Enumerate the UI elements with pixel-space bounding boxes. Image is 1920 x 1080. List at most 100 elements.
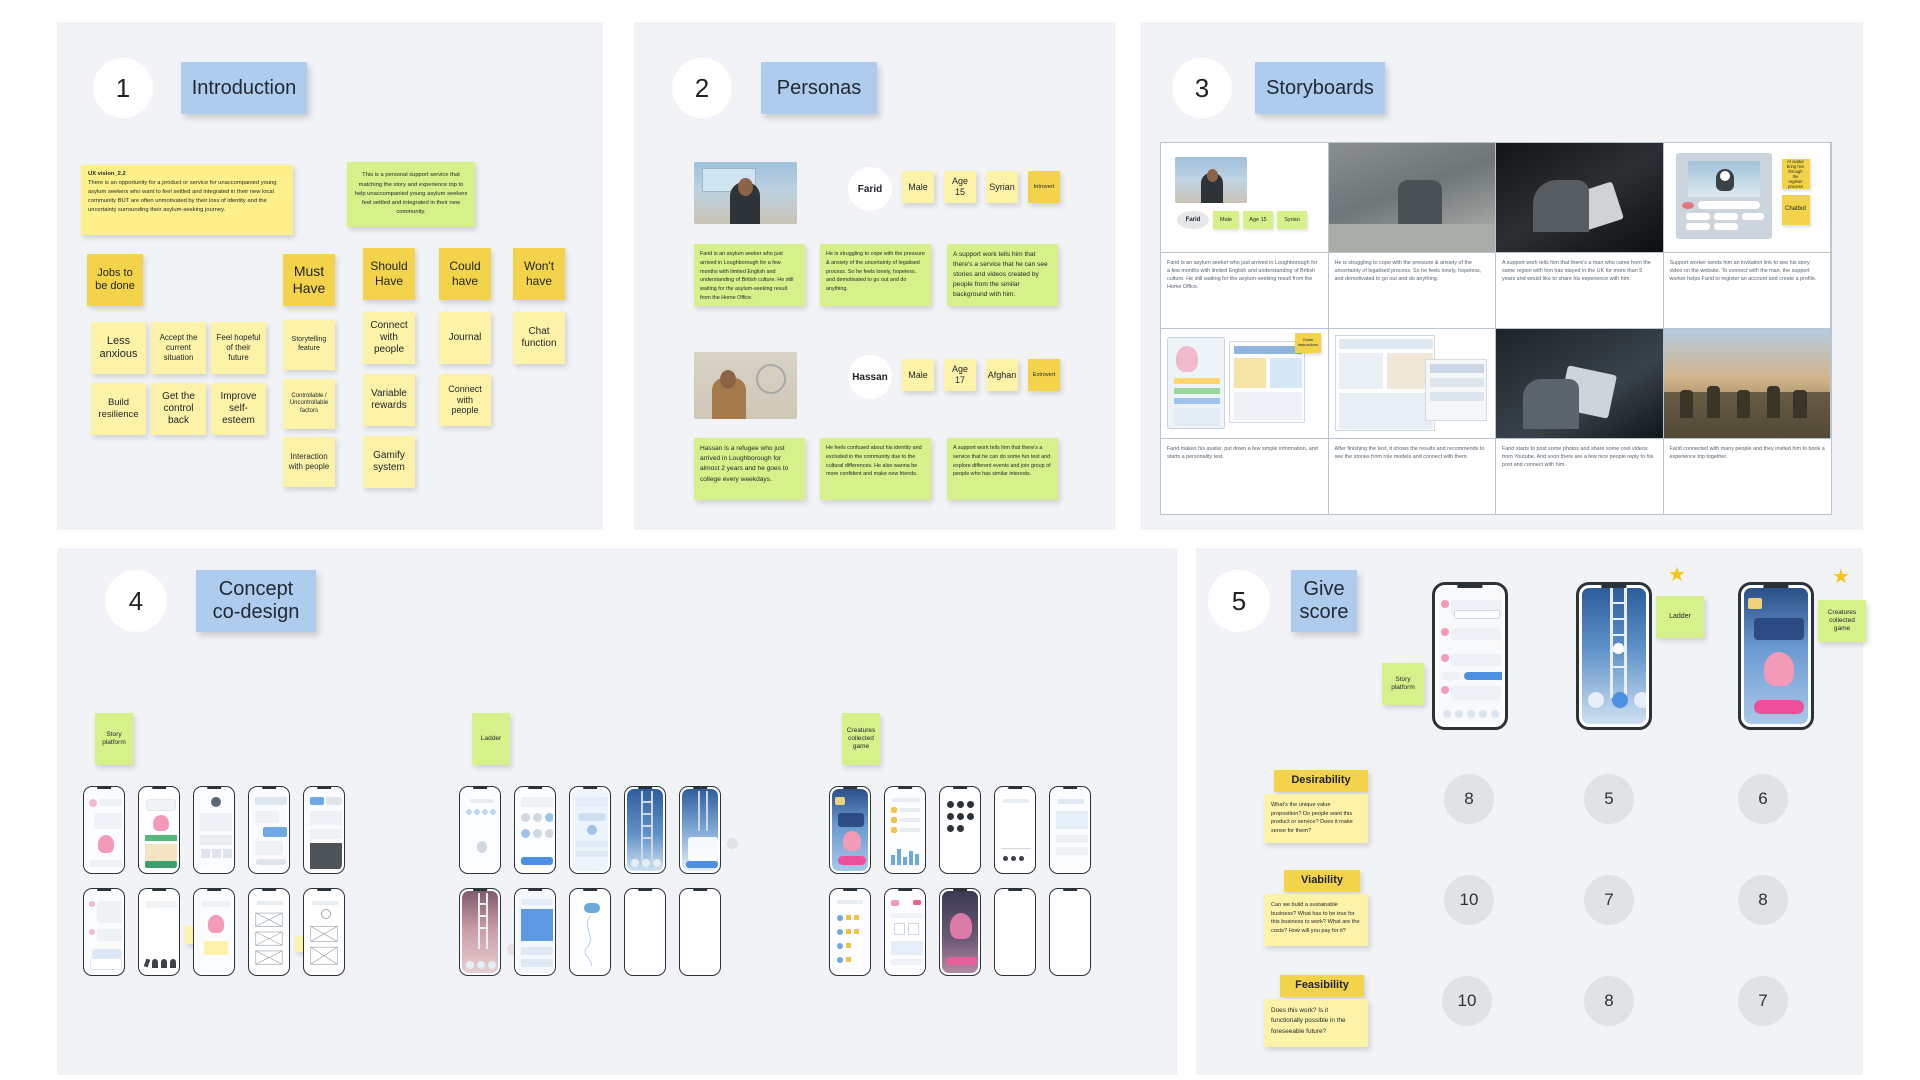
score-concept-label-creatures: Creatures collected game [1818, 600, 1866, 642]
section-title-storyboards: Storyboards [1255, 62, 1385, 114]
criterion-question-feasibility: Does this work? Is it functionally possi… [1264, 999, 1368, 1047]
phone-creatures-r2-4 [994, 888, 1036, 976]
note-moscow-header-should: Should Have [363, 248, 415, 300]
score-viability-creatures: 8 [1738, 875, 1788, 925]
score-feasibility-creatures: 7 [1738, 976, 1788, 1026]
score-viability-story-platform: 10 [1444, 875, 1494, 925]
note-job-accept-situation: Accept the current situation [151, 322, 206, 374]
persona-note-hassan-1: He feels confused about his identity and… [820, 438, 931, 500]
note-must-2: Controllable / Uncontrollable factors [283, 379, 335, 429]
persona-tag-hassan-2: Afghan [986, 359, 1018, 391]
score-concept-label-ladder: Ladder [1656, 596, 1704, 638]
note-job-improve-esteem: Improve self-esteem [211, 383, 266, 435]
phone-creatures-r1-1 [829, 786, 871, 874]
phone-creatures-r1-5 [1049, 786, 1091, 874]
phone-creatures-r1-3 [939, 786, 981, 874]
score-desirability-ladder: 5 [1584, 774, 1634, 824]
storyboard-cell-2 [1328, 143, 1496, 253]
persona-photo-hassan [694, 352, 797, 419]
note-must-1: Storytelling feature [283, 320, 335, 370]
phone-story-r2-2 [138, 888, 180, 976]
concept-label-story-platform: Story platform [95, 713, 133, 765]
note-should-2: Variable rewards [363, 374, 415, 426]
concept-label-creatures: Creatures collected game [842, 713, 880, 765]
note-should-1: Connect with people [363, 312, 415, 364]
note-moscow-header-wont: Won't have [513, 248, 565, 300]
section-title-personas: Personas [761, 62, 877, 114]
score-desirability-creatures: 6 [1738, 774, 1788, 824]
persona-tag-hassan-1: Age 17 [944, 359, 976, 391]
persona-trait-hassan: Extrovert [1028, 359, 1060, 391]
phone-ladder-r1-1 [459, 786, 501, 874]
persona-note-hassan-2: A support work tells him that there's a … [947, 438, 1058, 500]
criterion-question-desirability: What's the unique value proposition? Do … [1264, 794, 1368, 843]
criterion-label-desirability: Desirability [1274, 770, 1368, 792]
score-desirability-story-platform: 8 [1444, 774, 1494, 824]
section-title-introduction: Introduction [181, 62, 307, 114]
note-wont-1: Chat function [513, 312, 565, 364]
phone-score-story-platform [1432, 582, 1508, 730]
persona-note-farid-1: He is struggling to cope with the pressu… [820, 244, 931, 306]
persona-note-farid-0: Farid is an asylum seeker who just arriv… [694, 244, 805, 306]
storyboard-cell-4: AI avatar bring him through the register… [1663, 143, 1831, 253]
note-jobs-header: Jobs to be done [87, 254, 143, 306]
storyboard-grid: Farid Male Age 15 Syrian AI avatar bring… [1160, 142, 1832, 515]
storyboard-caption-4: Support worker sends him an invitation l… [1663, 253, 1831, 329]
note-should-3: Gamify system [363, 436, 415, 488]
note-guide-instructions: Guide instructions [1295, 333, 1321, 353]
phone-story-r1-2 [138, 786, 180, 874]
note-job-build-resilience: Build resilience [91, 383, 146, 435]
phone-ladder-r2-4 [624, 888, 666, 976]
storyboard-tag-1: Age 15 [1243, 211, 1273, 229]
phone-ladder-r1-2 [514, 786, 556, 874]
persona-tag-farid-0: Male [902, 171, 934, 203]
phone-story-r1-1 [83, 786, 125, 874]
note-service-statement: This is a personal support service that … [347, 162, 475, 227]
storyboard-caption-1: Farid is an asylum seeker who just arriv… [1161, 253, 1329, 329]
note-moscow-header-could: Could have [439, 248, 491, 300]
storyboard-tag-2: Syrian [1277, 211, 1307, 229]
criterion-label-feasibility: Feasibility [1280, 975, 1364, 997]
phone-story-r1-5 [303, 786, 345, 874]
note-chatbot: Chatbot [1781, 195, 1810, 225]
storyboard-caption-5: Farid makes his avatar, put down a few s… [1161, 439, 1329, 515]
phone-creatures-r1-2 [884, 786, 926, 874]
criterion-label-viability: Viability [1284, 870, 1360, 892]
persona-photo-farid [694, 162, 797, 224]
phone-story-r2-5 [303, 888, 345, 976]
phone-ladder-r2-1 [459, 888, 501, 976]
phone-ladder-r2-5 [679, 888, 721, 976]
note-could-1: Journal [439, 312, 491, 364]
section-number-1: 1 [93, 58, 153, 118]
board-concept-codesign: 4 Concept co-design Story platform Ladde… [57, 548, 1177, 1075]
phone-ladder-r1-5 [679, 786, 721, 874]
section-title-codesign: Concept co-design [196, 570, 316, 632]
phone-creatures-r2-5 [1049, 888, 1091, 976]
persona-tag-farid-1: Age 15 [944, 171, 976, 203]
phone-story-r2-1 [83, 888, 125, 976]
section-number-5: 5 [1208, 570, 1270, 632]
phone-creatures-r2-2 [884, 888, 926, 976]
phone-story-r2-3 [193, 888, 235, 976]
phone-story-r1-3 [193, 786, 235, 874]
storyboard-cell-5: Guide instructions [1161, 329, 1329, 439]
board-personas: 2 Personas Farid Male Age 15 Syrian Intr… [634, 22, 1116, 530]
phone-ladder-r1-3 [569, 786, 611, 874]
section-number-4: 4 [105, 570, 167, 632]
board-storyboards: 3 Storyboards Farid Male Age 15 Syrian A… [1140, 22, 1863, 530]
phone-story-r1-4 [248, 786, 290, 874]
note-could-2: Connect with people [439, 374, 491, 426]
storyboard-cell-7 [1496, 329, 1664, 439]
storyboard-cell-8 [1663, 329, 1831, 439]
ladder-marker-dot-1 [727, 838, 738, 849]
storyboard-cell-1: Farid Male Age 15 Syrian [1161, 143, 1329, 253]
phone-creatures-r2-3 [939, 888, 981, 976]
note-ai-avatar: AI avatar bring him through the register… [1781, 159, 1810, 189]
storyboard-persona-chip: Farid [1177, 211, 1209, 229]
persona-tag-farid-2: Syrian [986, 171, 1018, 203]
note-job-feel-hopeful: Feel hopeful of their future [211, 322, 266, 374]
criterion-question-viability: Can we build a sustainable business? Wha… [1264, 894, 1368, 946]
score-feasibility-ladder: 8 [1584, 976, 1634, 1026]
note-job-less-anxious: Less anxious [91, 322, 146, 374]
persona-note-hassan-0: Hassan is a refugee who just arrived in … [694, 438, 805, 500]
